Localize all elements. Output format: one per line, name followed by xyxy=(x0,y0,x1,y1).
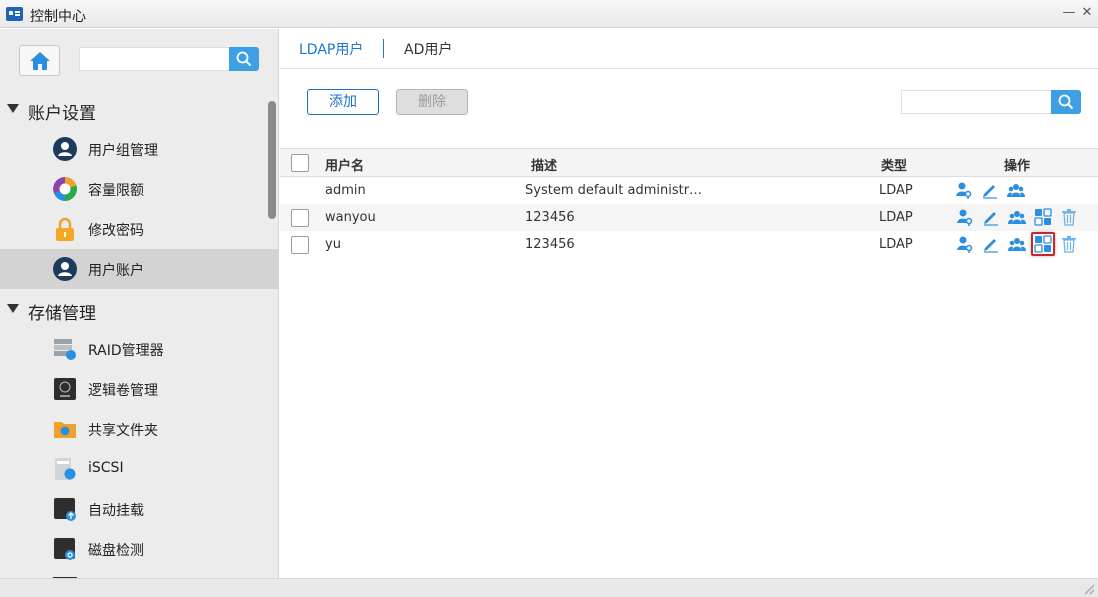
sidebar-item-partial xyxy=(0,569,278,578)
cell-username: wanyou xyxy=(325,210,376,225)
sidebar-item-user-group[interactable]: 用户组管理 xyxy=(0,129,278,169)
sidebar-item-label: 容量限额 xyxy=(88,183,144,199)
user-account-icon xyxy=(53,257,77,281)
cell-type: LDAP xyxy=(879,210,913,225)
sidebar-item-disk-check[interactable]: 磁盘检测 xyxy=(0,529,278,569)
table-row[interactable]: wanyou 123456 LDAP xyxy=(280,204,1098,231)
resize-grip-icon[interactable] xyxy=(1084,584,1094,594)
title-bar: 控制中心 — ✕ xyxy=(0,0,1098,28)
control-center-icon xyxy=(6,7,23,21)
tab-bar: LDAP用户 AD用户 xyxy=(280,29,1098,69)
section-label: 存储管理 xyxy=(28,304,96,324)
iscsi-icon xyxy=(55,458,76,480)
table-row[interactable]: yu 123456 LDAP xyxy=(280,231,1098,258)
sidebar-item-change-password[interactable]: 修改密码 xyxy=(0,209,278,249)
group-icon[interactable] xyxy=(1008,235,1026,253)
row-checkbox[interactable] xyxy=(291,236,309,254)
header-type: 类型 xyxy=(881,159,908,174)
quota-pie-icon xyxy=(53,177,77,201)
group-icon[interactable] xyxy=(1008,208,1026,226)
key-user-icon[interactable] xyxy=(956,235,974,253)
sidebar-item-label: 逻辑卷管理 xyxy=(88,383,158,399)
cell-type: LDAP xyxy=(879,237,913,252)
collapse-arrow-icon xyxy=(7,104,19,113)
cell-description: 123456 xyxy=(525,210,575,225)
sidebar-item-user-account[interactable]: 用户账户 xyxy=(0,249,278,289)
key-user-icon[interactable] xyxy=(956,208,974,226)
search-icon xyxy=(236,51,252,67)
delete-icon[interactable] xyxy=(1060,208,1078,226)
sidebar-item-lvm[interactable]: 逻辑卷管理 xyxy=(0,369,278,409)
sidebar-item-iscsi[interactable]: iSCSI xyxy=(0,449,278,489)
app-permission-icon[interactable] xyxy=(1034,208,1052,226)
home-button[interactable] xyxy=(19,45,60,76)
lvm-icon xyxy=(54,378,76,400)
collapse-arrow-icon xyxy=(7,304,19,313)
sidebar-item-raid[interactable]: RAID管理器 xyxy=(0,329,278,369)
tab-divider xyxy=(383,39,384,58)
section-label: 账户设置 xyxy=(28,104,96,124)
table-row[interactable]: admin System default administr… LDAP xyxy=(280,177,1098,204)
header-username: 用户名 xyxy=(325,159,365,174)
main-panel: LDAP用户 AD用户 添加 删除 用户名 描述 类型 操作 admin Sys… xyxy=(280,29,1098,578)
sidebar-item-label: 修改密码 xyxy=(88,223,144,239)
close-button[interactable]: ✕ xyxy=(1078,4,1096,22)
user-search-input[interactable] xyxy=(901,90,1051,114)
users-table: 用户名 描述 类型 操作 admin System default admini… xyxy=(280,148,1098,258)
sidebar-search-button[interactable] xyxy=(229,47,259,71)
sidebar-item-label: iSCSI xyxy=(88,460,124,476)
sidebar-item-label: 共享文件夹 xyxy=(88,423,158,439)
group-icon[interactable] xyxy=(1007,181,1025,199)
add-button[interactable]: 添加 xyxy=(307,89,379,115)
sidebar-item-auto-mount[interactable]: 自动挂载 xyxy=(0,489,278,529)
tab-ad-users[interactable]: AD用户 xyxy=(404,39,452,59)
select-all-checkbox[interactable] xyxy=(291,154,309,172)
cell-username: admin xyxy=(325,183,366,198)
sidebar-item-quota[interactable]: 容量限额 xyxy=(0,169,278,209)
tab-ldap-users[interactable]: LDAP用户 xyxy=(299,39,363,59)
sidebar-search-input[interactable] xyxy=(79,47,229,71)
header-actions: 操作 xyxy=(1004,159,1031,174)
delete-button[interactable]: 删除 xyxy=(396,89,468,115)
key-user-icon[interactable] xyxy=(955,181,973,199)
app-permission-highlighted-button[interactable] xyxy=(1031,232,1055,256)
sidebar-item-label: 用户账户 xyxy=(88,263,144,279)
window-title: 控制中心 xyxy=(30,9,86,25)
table-header: 用户名 描述 类型 操作 xyxy=(280,148,1098,177)
lock-icon xyxy=(56,217,74,241)
cell-description: System default administr… xyxy=(525,183,703,198)
header-description: 描述 xyxy=(531,159,558,174)
delete-icon[interactable] xyxy=(1060,235,1078,253)
minimize-button[interactable]: — xyxy=(1060,4,1078,22)
search-icon xyxy=(1058,94,1074,110)
sidebar-item-shared-folder[interactable]: 共享文件夹 xyxy=(0,409,278,449)
sidebar-item-label: 磁盘检测 xyxy=(88,543,144,559)
auto-mount-icon xyxy=(54,498,76,521)
sidebar-item-label: 自动挂载 xyxy=(88,503,144,519)
edit-icon[interactable] xyxy=(982,235,1000,253)
home-icon xyxy=(30,52,50,70)
cell-description: 123456 xyxy=(525,237,575,252)
raid-icon xyxy=(54,339,76,360)
user-group-icon xyxy=(53,137,77,161)
sidebar-item-label: 用户组管理 xyxy=(88,143,158,159)
disk-check-icon xyxy=(54,538,75,560)
sidebar-item-label: RAID管理器 xyxy=(88,343,164,359)
status-bar xyxy=(0,578,1098,597)
section-storage-management[interactable]: 存储管理 xyxy=(0,290,268,328)
edit-icon[interactable] xyxy=(982,208,1000,226)
shared-folder-icon xyxy=(54,422,76,438)
section-account-settings[interactable]: 账户设置 xyxy=(0,90,268,128)
edit-icon[interactable] xyxy=(981,181,999,199)
cell-type: LDAP xyxy=(879,183,913,198)
sidebar: 账户设置 用户组管理 容量限额 修改密码 用户账户 存储管理 RAID管理器 逻… xyxy=(0,29,279,578)
user-search-button[interactable] xyxy=(1051,90,1081,114)
cell-username: yu xyxy=(325,237,341,252)
row-checkbox[interactable] xyxy=(291,209,309,227)
app-permission-icon xyxy=(1034,235,1052,253)
